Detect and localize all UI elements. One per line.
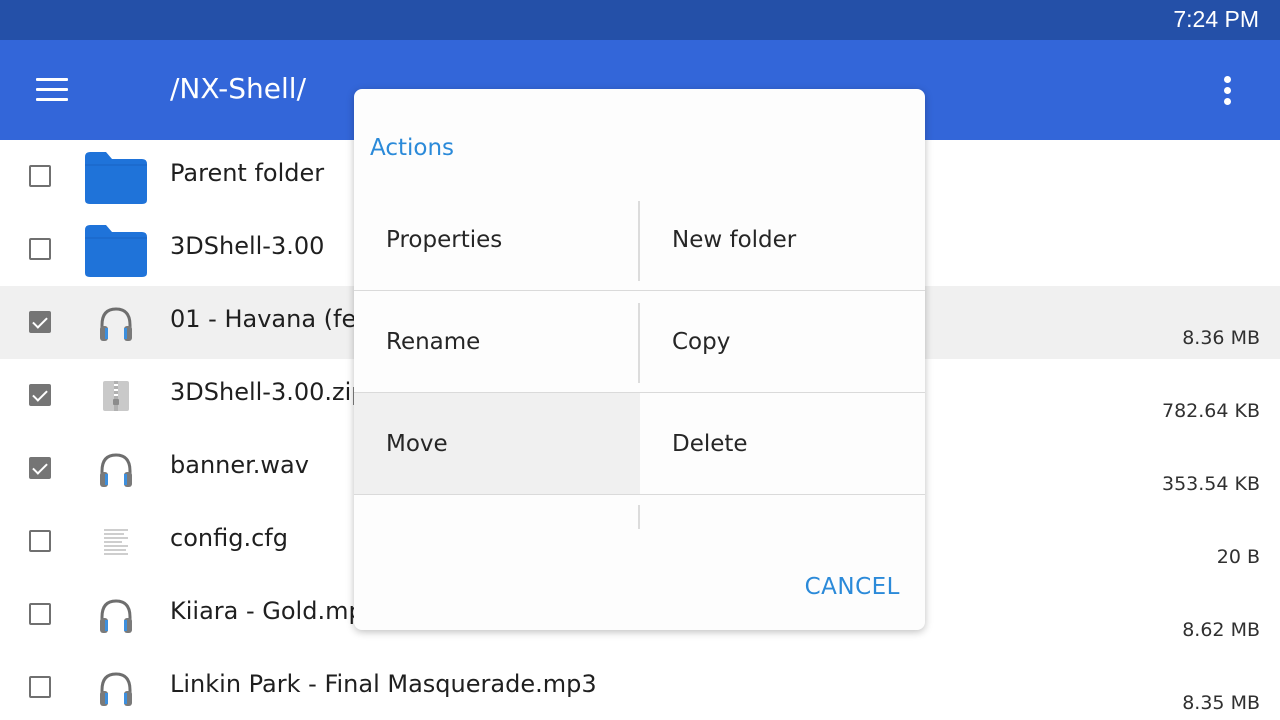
action-column-divider <box>638 505 640 529</box>
delete-action[interactable]: Delete <box>640 393 925 495</box>
move-action-label: Move <box>386 431 448 457</box>
properties-action[interactable]: Properties <box>354 189 640 291</box>
rename-action[interactable]: Rename <box>354 291 640 393</box>
delete-action-label: Delete <box>672 431 748 457</box>
rename-action-label: Rename <box>386 329 481 355</box>
new-folder-action-label: New folder <box>672 227 797 253</box>
actions-dialog: Actions Properties New folder Rename Cop… <box>354 89 925 630</box>
action-row-divider <box>354 290 925 291</box>
cancel-button[interactable]: CANCEL <box>805 574 900 600</box>
properties-action-label: Properties <box>386 227 503 253</box>
copy-action-label: Copy <box>672 329 731 355</box>
copy-action[interactable]: Copy <box>640 291 925 393</box>
dialog-title: Actions <box>370 135 455 161</box>
action-column-divider <box>638 303 640 383</box>
action-row-divider <box>354 494 925 495</box>
action-column-divider <box>638 201 640 281</box>
move-action[interactable]: Move <box>354 393 640 495</box>
action-row-divider <box>354 392 925 393</box>
action-grid: Properties New folder Rename Copy Move D… <box>354 189 925 529</box>
new-folder-action[interactable]: New folder <box>640 189 925 291</box>
